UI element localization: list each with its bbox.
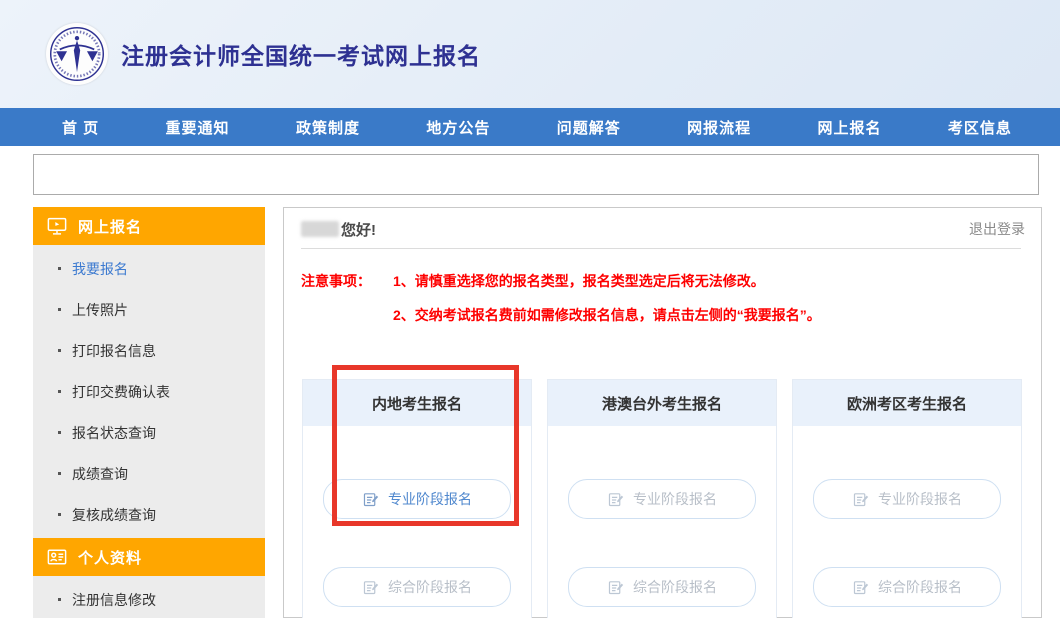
sidebar-section-title: 个人资料 — [78, 547, 142, 568]
document-edit-icon — [362, 579, 379, 596]
notice-lines: 1、请慎重选择您的报名类型，报名类型选定后将无法修改。 2、交纳考试报名费前如需… — [393, 271, 821, 325]
bullet-icon — [58, 308, 61, 311]
bullet-icon — [58, 349, 61, 352]
sidebar-item-modify-registration-info[interactable]: 注册信息修改 — [33, 579, 265, 618]
bullet-icon — [58, 267, 61, 270]
document-edit-icon — [852, 491, 869, 508]
nav-item-local-announcements[interactable]: 地方公告 — [426, 117, 490, 138]
notice-line-2: 2、交纳考试报名费前如需修改报名信息，请点击左侧的“我要报名”。 — [393, 305, 821, 325]
sidebar: 网上报名 我要报名 上传照片 打印报名信息 打印交费确认表 报名状态查询 成绩查… — [33, 207, 265, 618]
comprehensive-stage-button[interactable]: 综合阶段报名 — [813, 567, 1001, 607]
logout-button[interactable]: 退出登录 — [969, 219, 1025, 239]
card-mainland-candidates: 内地考生报名 专业阶段报名 综合阶段报名 — [302, 379, 532, 618]
monitor-icon — [46, 215, 68, 237]
card-europe-exam-area-candidates: 欧洲考区考生报名 专业阶段报名 综合阶段报名 — [792, 379, 1022, 618]
card-title: 欧洲考区考生报名 — [793, 380, 1021, 426]
page: 注册会计师全国统一考试网上报名 首 页 重要通知 政策制度 地方公告 问题解答 … — [0, 0, 1060, 618]
nav-item-online-registration[interactable]: 网上报名 — [818, 117, 882, 138]
nav-item-faq[interactable]: 问题解答 — [557, 117, 621, 138]
main-nav: 首 页 重要通知 政策制度 地方公告 问题解答 网报流程 网上报名 考区信息 — [0, 108, 1060, 146]
nav-item-exam-area-info[interactable]: 考区信息 — [948, 117, 1012, 138]
sidebar-section-online-registration: 网上报名 — [33, 207, 265, 245]
nav-item-policies[interactable]: 政策制度 — [296, 117, 360, 138]
redacted-username — [301, 221, 339, 237]
cicpa-logo-icon — [46, 23, 108, 85]
notice-line-1: 1、请慎重选择您的报名类型，报名类型选定后将无法修改。 — [393, 271, 821, 291]
sidebar-menu: 我要报名 上传照片 打印报名信息 打印交费确认表 报名状态查询 成绩查询 复核成… — [33, 245, 265, 538]
bullet-icon — [58, 390, 61, 393]
card-title: 港澳台外考生报名 — [548, 380, 776, 426]
bullet-icon — [58, 472, 61, 475]
bullet-icon — [58, 431, 61, 434]
sidebar-item-i-want-to-register[interactable]: 我要报名 — [33, 248, 265, 289]
sidebar-item-score-review-query[interactable]: 复核成绩查询 — [33, 494, 265, 535]
notice-block: 注意事项： 1、请慎重选择您的报名类型，报名类型选定后将无法修改。 2、交纳考试… — [284, 249, 1041, 325]
main-panel: 您好! 退出登录 注意事项： 1、请慎重选择您的报名类型，报名类型选定后将无法修… — [283, 207, 1042, 618]
document-edit-icon — [362, 491, 379, 508]
nav-item-home[interactable]: 首 页 — [62, 117, 99, 138]
sidebar-item-upload-photo[interactable]: 上传照片 — [33, 289, 265, 330]
comprehensive-stage-button[interactable]: 综合阶段报名 — [323, 567, 511, 607]
nav-item-important-notices[interactable]: 重要通知 — [166, 117, 230, 138]
document-edit-icon — [607, 491, 624, 508]
professional-stage-button[interactable]: 专业阶段报名 — [323, 479, 511, 519]
id-card-icon — [46, 546, 68, 568]
document-edit-icon — [607, 579, 624, 596]
bullet-icon — [58, 598, 61, 601]
sidebar-item-score-query[interactable]: 成绩查询 — [33, 453, 265, 494]
scales-emblem-icon — [48, 25, 106, 83]
document-edit-icon — [852, 579, 869, 596]
bullet-icon — [58, 513, 61, 516]
registration-cards: 内地考生报名 专业阶段报名 综合阶段报名 — [284, 325, 1041, 618]
sidebar-section-personal-info: 个人资料 — [33, 538, 265, 576]
empty-notice-box — [33, 154, 1039, 195]
sidebar-menu: 注册信息修改 — [33, 576, 265, 618]
sidebar-section-title: 网上报名 — [78, 216, 142, 237]
sidebar-item-print-payment-confirmation[interactable]: 打印交费确认表 — [33, 371, 265, 412]
professional-stage-button[interactable]: 专业阶段报名 — [813, 479, 1001, 519]
greeting-text: 您好! — [341, 219, 376, 240]
sidebar-item-registration-status-query[interactable]: 报名状态查询 — [33, 412, 265, 453]
card-hk-macau-taiwan-foreign-candidates: 港澳台外考生报名 专业阶段报名 综合阶段报名 — [547, 379, 777, 618]
nav-item-registration-process[interactable]: 网报流程 — [687, 117, 751, 138]
professional-stage-button[interactable]: 专业阶段报名 — [568, 479, 756, 519]
sidebar-item-print-registration-info[interactable]: 打印报名信息 — [33, 330, 265, 371]
comprehensive-stage-button[interactable]: 综合阶段报名 — [568, 567, 756, 607]
card-title: 内地考生报名 — [303, 380, 531, 426]
page-title: 注册会计师全国统一考试网上报名 — [121, 37, 481, 71]
site-header: 注册会计师全国统一考试网上报名 — [0, 0, 1060, 108]
greeting-bar: 您好! 退出登录 — [284, 208, 1041, 248]
notice-label: 注意事项： — [301, 271, 371, 325]
